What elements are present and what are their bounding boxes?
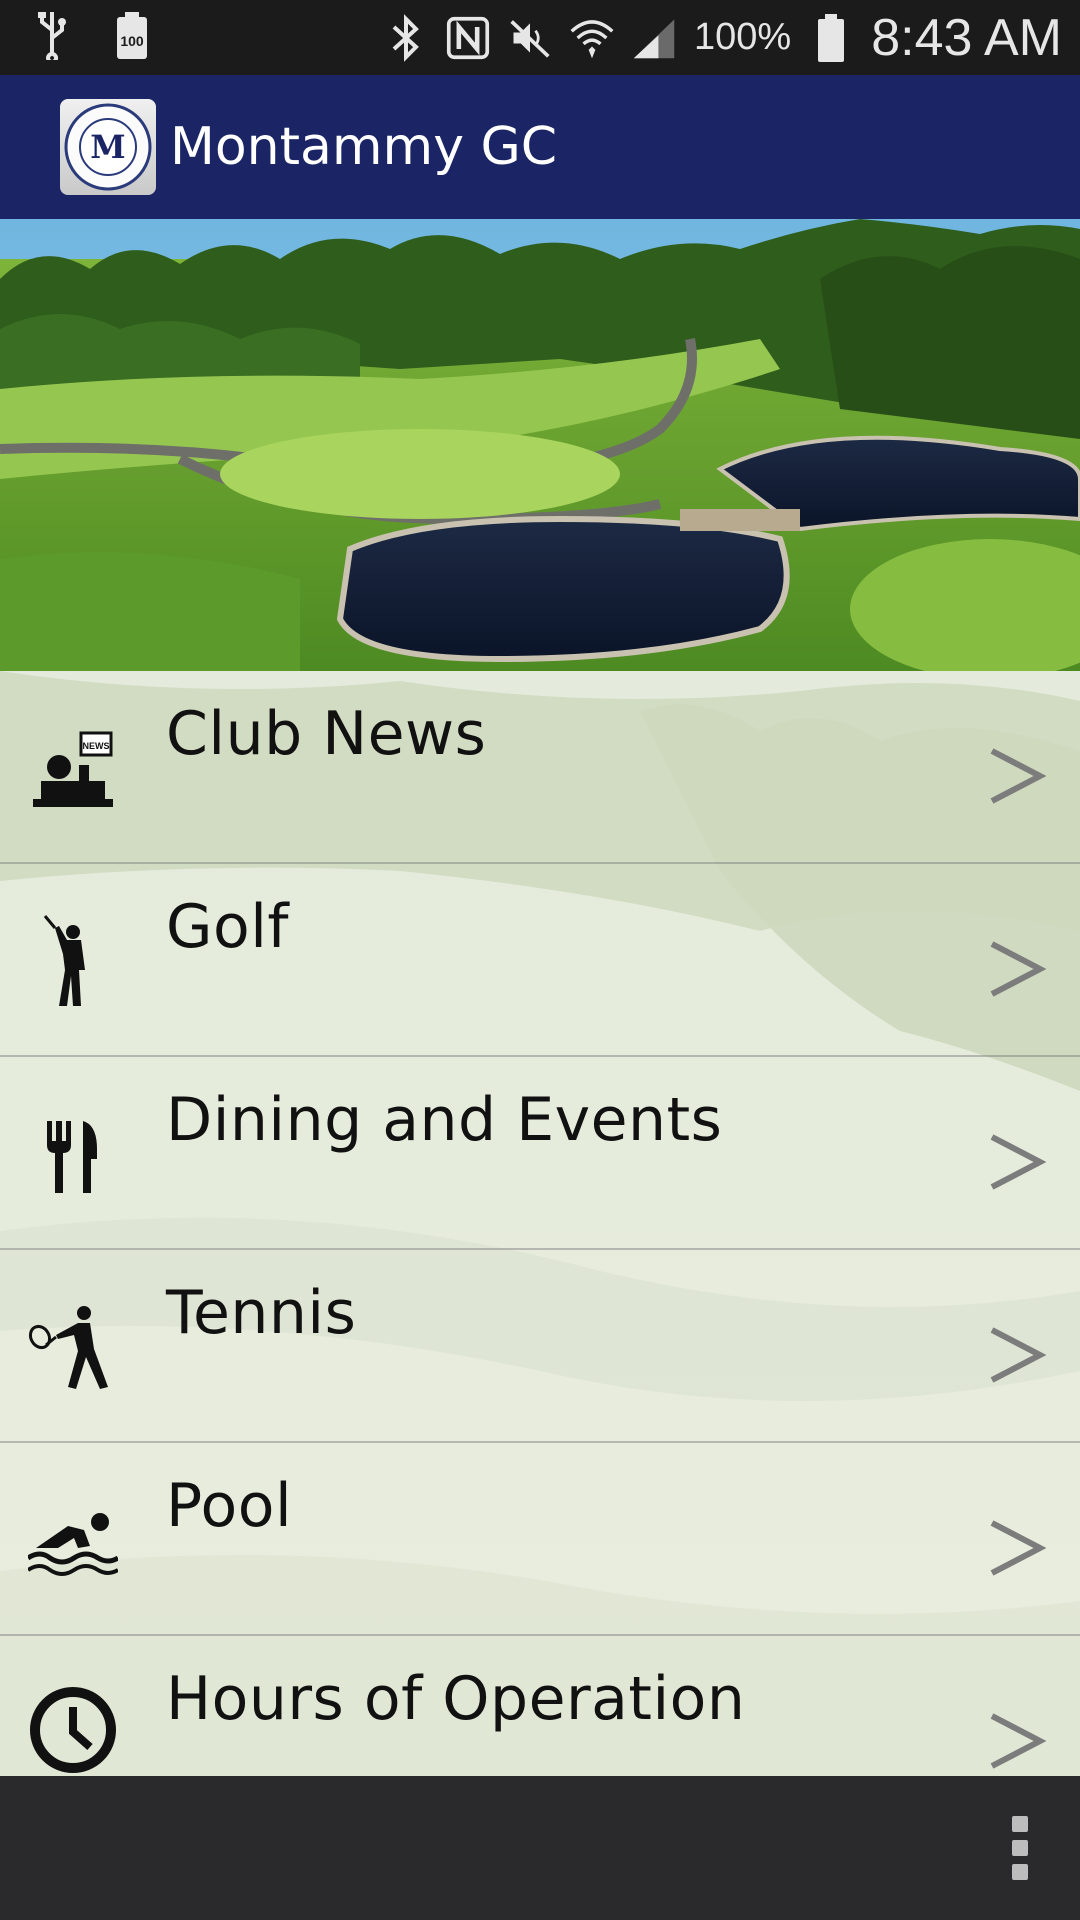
- menu-item-label: Club News: [166, 699, 487, 769]
- club-logo[interactable]: M: [60, 99, 156, 195]
- menu-item-tennis[interactable]: Tennis: [0, 1250, 1080, 1443]
- menu-item-label: Golf: [166, 892, 289, 962]
- svg-text:M: M: [90, 128, 125, 166]
- menu-item-label: Tennis: [166, 1278, 357, 1348]
- menu-item-pool[interactable]: Pool: [0, 1443, 1080, 1636]
- wifi-icon: [570, 13, 614, 63]
- signal-icon: [632, 13, 676, 63]
- status-bar: 100 100% 8:43 AM: [0, 0, 1080, 75]
- bottom-action-bar: [0, 1776, 1080, 1920]
- golfer-icon: [28, 914, 118, 1014]
- chevron-right-icon: [990, 1520, 1046, 1576]
- chevron-right-icon: [990, 1713, 1046, 1769]
- menu-item-label: Dining and Events: [166, 1085, 723, 1155]
- tennis-player-icon: [28, 1300, 118, 1400]
- menu-item-club-news[interactable]: NEWS Club News: [0, 671, 1080, 864]
- menu-area: NEWS Club News Golf Dining and Events Te…: [0, 671, 1080, 1776]
- nfc-icon: [446, 13, 490, 63]
- svg-text:100: 100: [120, 33, 144, 49]
- battery-saver-icon: 100: [110, 10, 154, 60]
- swimmer-icon: [28, 1493, 118, 1593]
- clock-time: 8:43 AM: [871, 8, 1062, 67]
- mute-icon: [508, 13, 552, 63]
- menu-item-hours-of-operation[interactable]: Hours of Operation: [0, 1636, 1080, 1776]
- chevron-right-icon: [990, 748, 1046, 804]
- news-icon: NEWS: [28, 721, 118, 821]
- usb-icon: [30, 10, 74, 60]
- hero-golf-course-image: [0, 219, 1080, 671]
- clock-icon: [28, 1680, 118, 1776]
- menu-item-dining-and-events[interactable]: Dining and Events: [0, 1057, 1080, 1250]
- overflow-dot: [1012, 1816, 1028, 1832]
- bluetooth-icon: [384, 13, 428, 63]
- overflow-dot: [1012, 1840, 1028, 1856]
- chevron-right-icon: [990, 1134, 1046, 1190]
- battery-percent: 100%: [694, 16, 792, 58]
- overflow-dot: [1012, 1864, 1028, 1880]
- chevron-right-icon: [990, 1327, 1046, 1383]
- menu-item-label: Hours of Operation: [166, 1664, 746, 1734]
- chevron-right-icon: [990, 941, 1046, 997]
- svg-text:NEWS: NEWS: [83, 741, 110, 751]
- overflow-menu-icon[interactable]: [1008, 1816, 1032, 1880]
- app-title: Montammy GC: [170, 117, 558, 177]
- menu-item-label: Pool: [166, 1471, 293, 1541]
- menu-item-golf[interactable]: Golf: [0, 864, 1080, 1057]
- battery-icon: [809, 13, 853, 63]
- fork-knife-icon: [28, 1107, 118, 1207]
- app-bar: M Montammy GC: [0, 75, 1080, 219]
- main-menu-list: NEWS Club News Golf Dining and Events Te…: [0, 671, 1080, 1776]
